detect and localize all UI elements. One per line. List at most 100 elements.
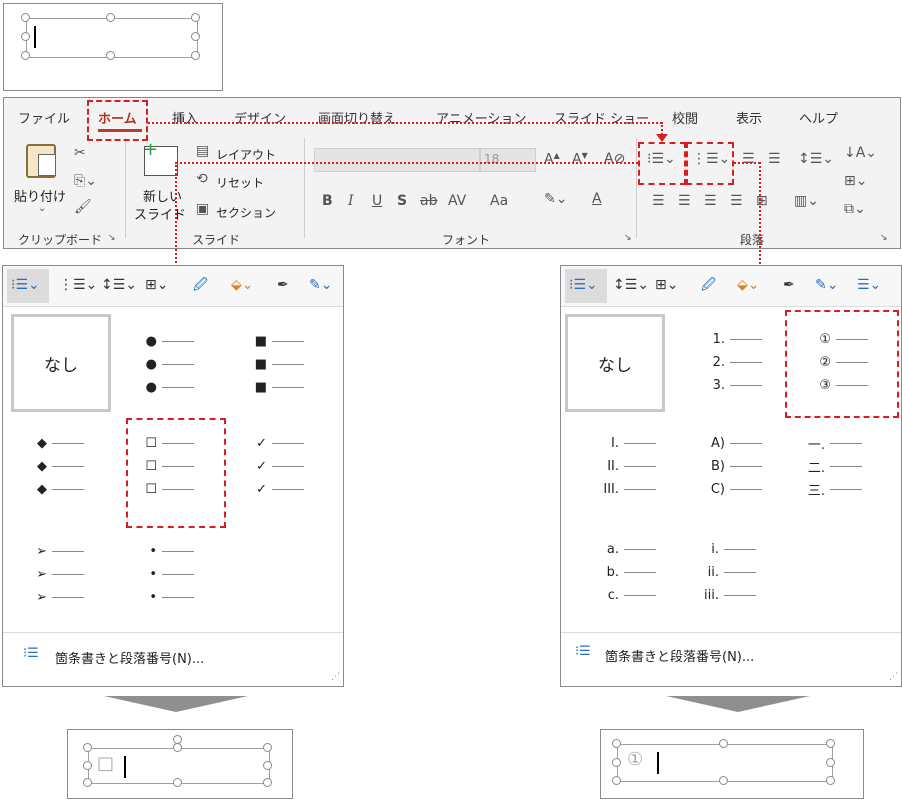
font-name-box[interactable] [314,148,480,172]
bullet-style-arrow[interactable]: ➢ ➢ ➢ [21,540,113,609]
tab-review[interactable]: 校閲 [672,108,698,127]
resize-handle[interactable] [263,743,272,752]
numbering-none-option[interactable]: なし [565,314,665,412]
font-color-icon[interactable]: A [592,192,602,206]
tab-slideshow[interactable]: スライド ショー [554,108,649,127]
strikethrough-icon[interactable]: ab [420,194,437,208]
line-spacing-icon[interactable]: ↕☰⌄ [101,278,137,292]
bullet-style-diamond[interactable]: ◆ ◆ ◆ [21,432,113,501]
section-icon[interactable]: ▣ [196,202,209,216]
text-effects-icon[interactable]: 🖉 [193,278,208,292]
resize-handle[interactable] [191,32,200,41]
tab-view[interactable]: 表示 [736,108,762,127]
resize-grip-icon[interactable]: ⋰ [331,672,340,682]
bullets-and-numbering-link[interactable]: 箇条書きと段落番号(N)... [605,646,754,665]
outline-color-icon[interactable]: ✎⌄ [309,278,332,292]
align-center-icon[interactable]: ☰ [678,194,691,208]
resize-handle[interactable] [826,739,835,748]
italic-icon[interactable]: I [348,194,354,208]
resize-handle[interactable] [612,739,621,748]
resize-handle[interactable] [826,758,835,767]
dialog-launcher-icon[interactable]: ↘ [108,234,116,243]
bullet-style-checkmark[interactable]: ✓ ✓ ✓ [241,432,333,501]
numbering-icon[interactable]: ⋮☰⌄ [59,278,97,292]
new-slide-label-2[interactable]: スライド [134,204,186,223]
eyedropper-icon[interactable]: ✒ [783,278,795,292]
resize-handle[interactable] [21,13,30,22]
numbering-style-roman-upper[interactable]: I. II. III. [593,432,685,501]
reset-icon[interactable]: ⟲ [196,172,208,186]
align-right-icon[interactable]: ☰ [704,194,717,208]
distributed-icon[interactable]: ⊞ [756,194,768,208]
resize-handle[interactable] [719,739,728,748]
eyedropper-icon[interactable]: ✒ [277,278,289,292]
increase-font-icon[interactable]: A▲ [544,152,560,167]
align-left-icon[interactable]: ☰ [652,194,665,208]
bullet-style-small-dot[interactable]: • • • [131,540,223,609]
numbering-style-kanji[interactable]: 一. 二. 三. [799,432,891,501]
smartart-icon[interactable]: ⧉⌄ [844,202,866,216]
resize-handle[interactable] [173,778,182,787]
bullet-style-filled-square[interactable]: ■ ■ ■ [241,330,333,399]
cut-icon[interactable]: ✂ [74,146,86,160]
numbering-style-alpha-paren[interactable]: A) B) C) [699,432,791,501]
bullets-icon[interactable]: ⁝☰⌄ [569,278,598,292]
increase-indent-icon[interactable]: ☰ [768,152,781,166]
columns-icon[interactable]: ▥⌄ [794,194,819,208]
bullets-and-numbering-link[interactable]: 箇条書きと段落番号(N)... [55,648,204,667]
change-case-icon[interactable]: Aa [490,194,508,208]
line-spacing-icon[interactable]: ↕☰⌄ [798,152,834,166]
resize-handle[interactable] [173,735,182,744]
layout-label[interactable]: レイアウト [216,146,276,163]
tab-animations[interactable]: アニメーション [436,108,526,127]
fill-color-icon[interactable]: ⬙⌄ [737,278,760,292]
bullets-icon[interactable]: ⁝☰⌄ [11,278,40,292]
text-direction-icon[interactable]: ↓A⌄ [844,146,877,160]
bullet-style-filled-circle[interactable]: ● ● ● [131,330,223,399]
resize-handle[interactable] [826,776,835,785]
bullet-none-option[interactable]: なし [11,314,111,412]
tab-help[interactable]: ヘルプ [799,108,838,127]
tab-design[interactable]: デザイン [234,108,286,127]
dialog-launcher-icon[interactable]: ↘ [880,234,888,243]
tab-transitions[interactable]: 画面切り替え [318,108,396,127]
reset-label[interactable]: リセット [216,174,264,191]
section-label[interactable]: セクション [216,204,276,221]
bold-icon[interactable]: B [322,194,333,208]
resize-handle[interactable] [263,761,272,770]
underline-icon[interactable]: U [372,194,382,208]
numbering-style-arabic[interactable]: 1. 2. 3. [699,328,791,397]
format-painter-icon[interactable]: 🖌 [74,200,92,214]
resize-handle[interactable] [106,51,115,60]
resize-handle[interactable] [263,778,272,787]
align-text-icon[interactable]: ⊞⌄ [655,278,678,292]
resize-handle[interactable] [719,776,728,785]
align-text-icon[interactable]: ⊞⌄ [145,278,168,292]
numbering-style-roman-lower[interactable]: i. ii. iii. [693,538,785,607]
copy-icon[interactable]: ⎘⌄ [74,174,97,188]
resize-handle[interactable] [83,743,92,752]
text-effects-icon[interactable]: 🖉 [701,278,716,292]
justify-icon[interactable]: ☰ [730,194,743,208]
resize-handle[interactable] [21,51,30,60]
tab-insert[interactable]: 挿入 [172,108,198,127]
dialog-launcher-icon[interactable]: ↘ [624,234,632,243]
line-weight-icon[interactable]: ☰⌄ [857,278,881,292]
decrease-font-icon[interactable]: A▼ [572,152,588,167]
resize-grip-icon[interactable]: ⋰ [889,672,898,682]
align-text-icon[interactable]: ⊞⌄ [844,174,867,188]
resize-handle[interactable] [191,51,200,60]
highlight-icon[interactable]: ✎⌄ [544,192,567,206]
shadow-icon[interactable]: S [397,194,407,208]
char-spacing-icon[interactable]: AV [448,194,466,208]
numbering-style-alpha-lower[interactable]: a. b. c. [593,538,685,607]
resize-handle[interactable] [83,761,92,770]
resize-handle[interactable] [173,743,182,752]
resize-handle[interactable] [191,13,200,22]
resize-handle[interactable] [612,776,621,785]
layout-icon[interactable]: ▤ [196,144,209,158]
line-spacing-icon[interactable]: ↕☰⌄ [613,278,649,292]
resize-handle[interactable] [21,32,30,41]
resize-handle[interactable] [83,778,92,787]
fill-color-icon[interactable]: ⬙⌄ [231,278,254,292]
